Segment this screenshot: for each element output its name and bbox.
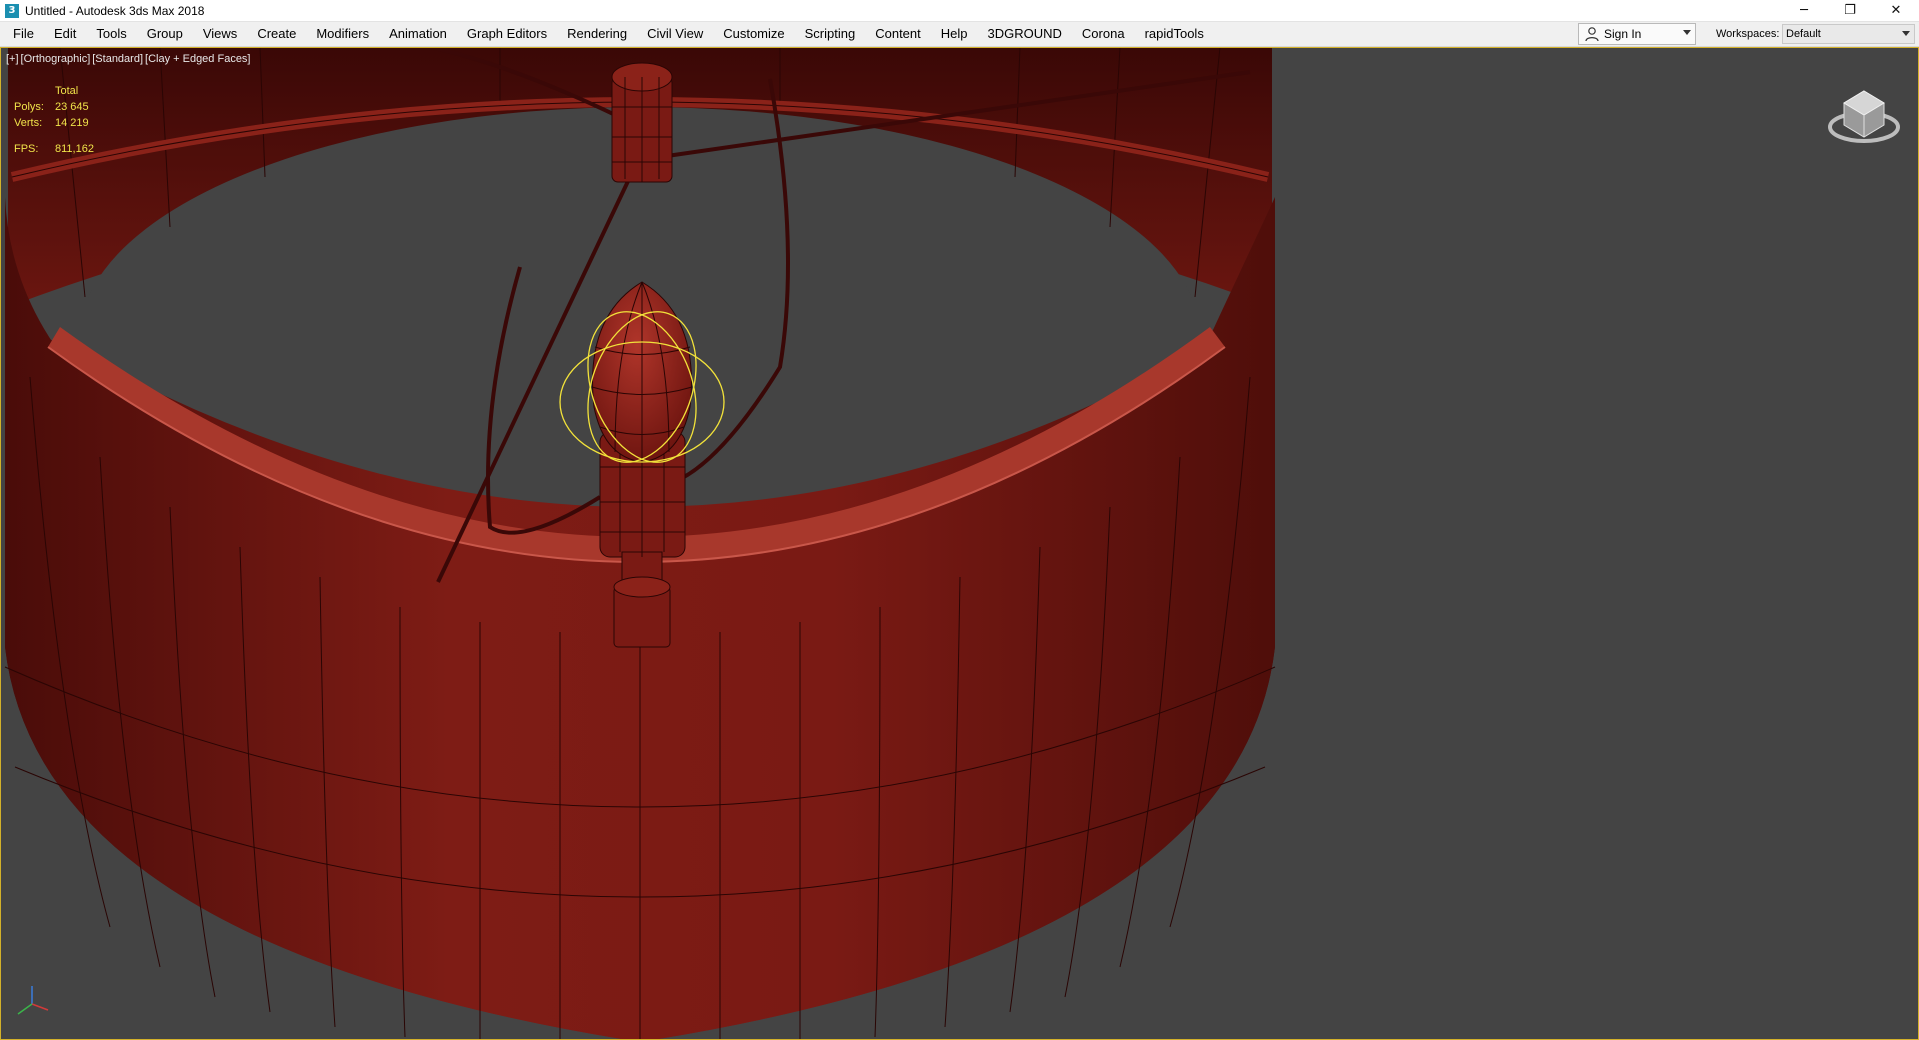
workspaces-label: Workspaces: — [1716, 28, 1780, 40]
menu-rendering[interactable]: Rendering — [557, 22, 637, 46]
verts-value: 14 219 — [55, 117, 89, 129]
menu-bar: File Edit Tools Group Views Create Modif… — [0, 22, 1919, 47]
app-icon[interactable]: 3 — [5, 3, 19, 18]
fps-value: 811,162 — [55, 143, 94, 155]
viewport-menu-plus[interactable]: [+] — [6, 53, 19, 65]
user-icon — [1585, 27, 1599, 42]
chevron-down-icon — [1902, 31, 1910, 36]
stats-header: Total — [55, 85, 79, 97]
menu-group[interactable]: Group — [137, 22, 193, 46]
viewport-shading-mode[interactable]: [Clay + Edged Faces] — [145, 53, 250, 65]
window-title: Untitled - Autodesk 3ds Max 2018 — [25, 3, 205, 18]
viewport-point-of-view[interactable]: [Orthographic] — [21, 53, 91, 65]
menu-create[interactable]: Create — [247, 22, 306, 46]
title-bar: 3 Untitled - Autodesk 3ds Max 2018 ─ ❐ ✕ — [0, 0, 1919, 22]
restore-button[interactable]: ❐ — [1827, 0, 1873, 21]
polys-value: 23 645 — [55, 101, 89, 113]
menu-scripting[interactable]: Scripting — [795, 22, 866, 46]
menu-corona[interactable]: Corona — [1072, 22, 1135, 46]
lamp-top-hub — [611, 62, 673, 183]
menu-views[interactable]: Views — [193, 22, 247, 46]
perspective-viewport[interactable]: [+] [Orthographic] [Standard] [Clay + Ed… — [0, 47, 1919, 1040]
window-controls: ─ ❐ ✕ — [1781, 0, 1919, 21]
menu-edit[interactable]: Edit — [44, 22, 86, 46]
fps-label: FPS: — [14, 143, 39, 155]
viewport-standard[interactable]: [Standard] — [92, 53, 143, 65]
workspace-value: Default — [1786, 28, 1821, 40]
menu-customize[interactable]: Customize — [713, 22, 794, 46]
viewcube-icon[interactable] — [1824, 77, 1904, 157]
menu-file[interactable]: File — [0, 22, 44, 46]
menu-rapidtools[interactable]: rapidTools — [1135, 22, 1214, 46]
minimize-button[interactable]: ─ — [1781, 0, 1827, 21]
menu-tools[interactable]: Tools — [86, 22, 136, 46]
chevron-down-icon — [1683, 30, 1691, 35]
menu-animation[interactable]: Animation — [379, 22, 457, 46]
menu-civil-view[interactable]: Civil View — [637, 22, 713, 46]
menu-modifiers[interactable]: Modifiers — [306, 22, 379, 46]
workspace-select[interactable]: Default — [1782, 24, 1915, 44]
axis-tripod-icon — [17, 986, 49, 1015]
sign-in-dropdown[interactable]: Sign In — [1578, 23, 1696, 45]
viewport-scene[interactable] — [0, 47, 1919, 1040]
verts-label: Verts: — [14, 117, 43, 129]
viewport-statistics: Total Polys: 23 645 Verts: 14 219 FPS: 811,… — [14, 83, 94, 157]
menu-graph-editors[interactable]: Graph Editors — [457, 22, 557, 46]
menu-help[interactable]: Help — [931, 22, 978, 46]
viewport-label: [+] [Orthographic] [Standard] [Clay + Ed… — [6, 53, 251, 65]
menu-3dground[interactable]: 3DGROUND — [978, 22, 1072, 46]
sign-in-label: Sign In — [1604, 27, 1642, 41]
close-button[interactable]: ✕ — [1873, 0, 1919, 21]
polys-label: Polys: — [14, 101, 44, 113]
menu-content[interactable]: Content — [865, 22, 931, 46]
